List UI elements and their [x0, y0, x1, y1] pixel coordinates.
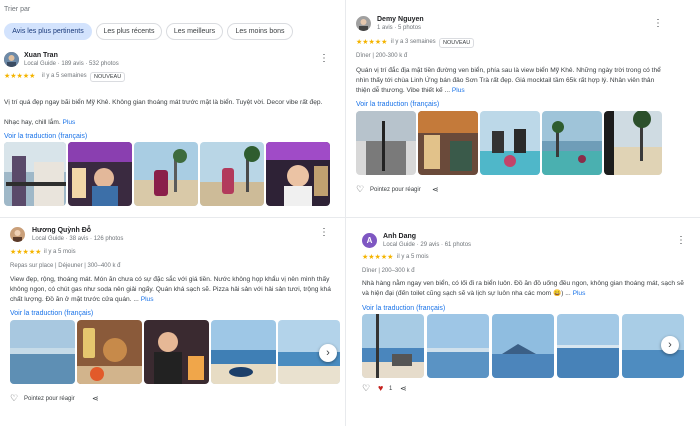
- more-link[interactable]: Plus: [141, 296, 154, 303]
- like-label[interactable]: Pointez pour réagir: [370, 187, 421, 193]
- review-date: il y a 5 mois: [44, 249, 76, 255]
- avatar-photo: [4, 52, 19, 67]
- review-photo[interactable]: [266, 142, 330, 206]
- rating-stars: ★★★★★: [4, 73, 36, 80]
- more-link[interactable]: Plus: [63, 119, 76, 126]
- column-divider: [345, 0, 346, 426]
- rating-stars: ★★★★★: [10, 249, 42, 256]
- more-link[interactable]: Plus: [452, 87, 465, 94]
- review-date: il y a 5 mois: [397, 254, 429, 260]
- avatar[interactable]: [4, 52, 19, 67]
- sort-chip-best[interactable]: Les meilleurs: [166, 23, 223, 40]
- avatar-photo: [356, 16, 371, 31]
- avatar[interactable]: [356, 16, 371, 31]
- sort-chip-recent[interactable]: Les plus récents: [96, 23, 162, 40]
- review-photo[interactable]: [557, 314, 619, 378]
- sort-label: Trier par: [4, 6, 31, 13]
- rating-stars: ★★★★★: [356, 39, 388, 46]
- review-photo[interactable]: [542, 111, 602, 175]
- review-text: Nhà hàng nằm ngay ven biển, có lối đi ra…: [362, 279, 688, 299]
- reviewer-meta: 1 avis · 5 photos: [377, 25, 422, 31]
- review-photo[interactable]: [362, 314, 424, 378]
- review-tags: Dîner | 200–300 k đ: [362, 268, 415, 274]
- review-photo[interactable]: [492, 314, 554, 378]
- heart-filled-icon[interactable]: ♥: [378, 384, 383, 393]
- translate-link[interactable]: Voir la traduction (français): [356, 101, 439, 108]
- new-badge: NOUVEAU: [439, 38, 475, 48]
- reviewer-name[interactable]: Anh Dang: [383, 233, 416, 240]
- review-photo[interactable]: [144, 320, 209, 384]
- more-vert-icon[interactable]: ⋮: [653, 19, 663, 29]
- share-icon[interactable]: ⋖: [400, 384, 407, 393]
- heart-outline-icon[interactable]: ♡: [356, 185, 364, 194]
- translate-link[interactable]: Voir la traduction (français): [10, 310, 93, 317]
- review-tags: Dîner | 200-300 k đ: [356, 53, 408, 59]
- review-tags: Repas sur place | Déjeuner | 300–400 k đ: [10, 263, 121, 269]
- review-photo[interactable]: [10, 320, 75, 384]
- avatar[interactable]: A: [362, 233, 377, 248]
- translate-link[interactable]: Voir la traduction (français): [362, 305, 445, 312]
- heart-outline-icon[interactable]: ♡: [362, 384, 370, 393]
- review-text-body: Vị trí quá đẹp ngay bãi biển Mỹ Khê. Khô…: [4, 99, 323, 106]
- review-text-body: Quán vị trí đắc địa mặt tiền đường ven b…: [356, 67, 661, 94]
- reviewer-name[interactable]: Demy Nguyen: [377, 16, 424, 23]
- review-photo[interactable]: [480, 111, 540, 175]
- share-icon[interactable]: ⋖: [92, 394, 99, 403]
- review-text-body: View đẹp, rộng, thoáng mát. Món ăn chưa …: [10, 276, 331, 303]
- share-icon[interactable]: ⋖: [432, 185, 439, 194]
- translate-link[interactable]: Voir la traduction (français): [4, 133, 87, 140]
- chevron-right-icon[interactable]: ›: [661, 336, 679, 354]
- review-photo[interactable]: [4, 142, 66, 206]
- review-text: Vị trí quá đẹp ngay bãi biển Mỹ Khê. Khô…: [4, 98, 334, 108]
- review-photo[interactable]: [418, 111, 478, 175]
- review-date: il y a 5 semaines: [42, 73, 87, 79]
- review-text-body2: Nhạc hay, chill lắm.: [4, 119, 61, 126]
- sort-chip-worst[interactable]: Les moins bons: [227, 23, 293, 40]
- reviewer-meta: Local Guide · 189 avis · 532 photos: [24, 61, 119, 67]
- review-photo[interactable]: [68, 142, 132, 206]
- chevron-right-icon[interactable]: ›: [319, 344, 337, 362]
- avatar[interactable]: [10, 227, 25, 242]
- review-text-body: Nhà hàng nằm ngay ven biển, có lối đi ra…: [362, 280, 684, 297]
- reviewer-name[interactable]: Hương Quỳnh Đỗ: [32, 227, 91, 234]
- review-photo[interactable]: [604, 111, 662, 175]
- like-count: 1: [389, 386, 393, 392]
- heart-outline-icon[interactable]: ♡: [10, 394, 18, 403]
- review-photo[interactable]: [427, 314, 489, 378]
- review-text: View đẹp, rộng, thoáng mát. Món ăn chưa …: [10, 275, 335, 305]
- more-vert-icon[interactable]: ⋮: [319, 228, 329, 238]
- new-badge: NOUVEAU: [90, 72, 126, 82]
- reviewer-name[interactable]: Xuan Tran: [24, 52, 58, 59]
- review-photo[interactable]: [77, 320, 142, 384]
- more-link[interactable]: Plus: [573, 290, 586, 297]
- review-text: Quán vị trí đắc địa mặt tiền đường ven b…: [356, 66, 666, 96]
- review-photo[interactable]: [211, 320, 276, 384]
- reviewer-meta: Local Guide · 29 avis · 61 photos: [383, 242, 472, 248]
- reviewer-meta: Local Guide · 38 avis · 126 photos: [32, 236, 124, 242]
- review-divider: [346, 217, 700, 218]
- review-divider: [0, 217, 345, 218]
- sort-chip-relevant[interactable]: Avis les plus pertinents: [4, 23, 92, 40]
- review-date: il y a 3 semaines: [391, 39, 436, 45]
- review-photo[interactable]: [200, 142, 264, 206]
- avatar-photo: [10, 227, 25, 242]
- review-text-line2: Nhạc hay, chill lắm. Plus: [4, 118, 334, 128]
- review-photo[interactable]: [134, 142, 198, 206]
- more-vert-icon[interactable]: ⋮: [676, 236, 686, 246]
- review-photo[interactable]: [356, 111, 416, 175]
- more-vert-icon[interactable]: ⋮: [319, 54, 329, 64]
- like-label[interactable]: Pointez pour réagir: [24, 396, 75, 402]
- rating-stars: ★★★★★: [362, 254, 394, 261]
